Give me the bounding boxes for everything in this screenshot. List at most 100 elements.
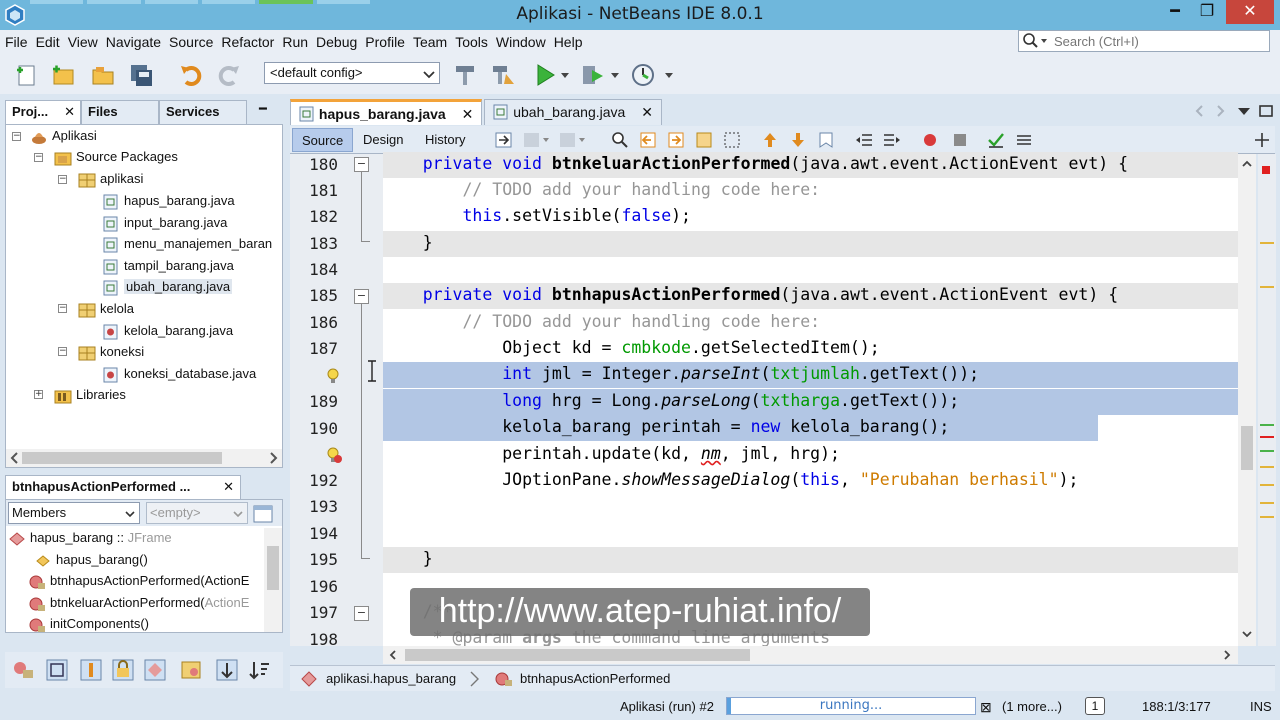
- view-tab-design[interactable]: Design: [354, 128, 412, 152]
- code-line[interactable]: [383, 257, 1238, 283]
- code-line-selected[interactable]: long hrg = Long.parseLong(txtharga.getTe…: [383, 389, 1238, 415]
- menu-file[interactable]: File: [5, 34, 28, 50]
- editor-vscrollbar[interactable]: [1238, 154, 1256, 646]
- notifications-badge[interactable]: 1: [1085, 697, 1105, 715]
- warning-marker[interactable]: [1260, 286, 1274, 288]
- view-tab-source[interactable]: Source: [292, 128, 354, 152]
- show-opened-documents-icon[interactable]: [1236, 103, 1252, 119]
- lightbulb-error-icon[interactable]: [325, 446, 343, 464]
- warning-marker[interactable]: [1260, 502, 1274, 504]
- tree-item-source-packages[interactable]: Source Packages: [54, 147, 178, 167]
- find-previous-icon[interactable]: [638, 130, 658, 150]
- breadcrumb-method[interactable]: btnhapusActionPerformed: [520, 671, 670, 686]
- back-icon[interactable]: [522, 130, 552, 150]
- members-select[interactable]: Members: [8, 502, 140, 524]
- debug-dropdown-icon[interactable]: [608, 62, 622, 88]
- tree-item-file[interactable]: menu_manajemen_baran: [102, 234, 272, 254]
- close-tab-icon[interactable]: ✕: [64, 104, 75, 120]
- debug-project-icon[interactable]: [580, 62, 606, 88]
- navigator-item-method[interactable]: btnkeluarActionPerformed(ActionE: [28, 593, 264, 613]
- editor-tab-ubah-barang[interactable]: ubah_barang.java ✕: [484, 99, 662, 125]
- change-marker[interactable]: [1260, 424, 1274, 426]
- tree-item-file-selected[interactable]: ubah_barang.java: [102, 277, 233, 297]
- menu-view[interactable]: View: [68, 34, 98, 50]
- close-tab-icon[interactable]: ✕: [223, 479, 234, 495]
- show-fields-icon[interactable]: [45, 658, 69, 682]
- change-marker[interactable]: [1260, 450, 1274, 452]
- expand-toggle[interactable]: −: [58, 347, 67, 356]
- minimize-button[interactable]: ━: [1158, 0, 1192, 24]
- menu-edit[interactable]: Edit: [36, 34, 60, 50]
- forward-icon[interactable]: [558, 130, 588, 150]
- code-line[interactable]: perintah.update(kd, nm, jml, hrg);: [383, 442, 1238, 468]
- toggle-highlight-icon[interactable]: [694, 130, 714, 150]
- maximize-editor-icon[interactable]: [1258, 103, 1274, 119]
- warning-marker[interactable]: [1260, 516, 1274, 518]
- expand-toggle[interactable]: −: [12, 132, 21, 141]
- save-all-icon[interactable]: [128, 62, 154, 88]
- navigator-item-class[interactable]: hapus_barang :: JFrame: [8, 528, 172, 548]
- expand-toggle[interactable]: −: [58, 304, 67, 313]
- toggle-bookmark-icon[interactable]: [816, 130, 836, 150]
- sort-by-name-icon[interactable]: [215, 658, 239, 682]
- scroll-right-icon[interactable]: [1221, 649, 1233, 661]
- code-line[interactable]: [383, 521, 1238, 547]
- menu-navigate[interactable]: Navigate: [106, 34, 161, 50]
- close-window-button[interactable]: ✕: [1226, 0, 1274, 24]
- minimize-panel-icon[interactable]: ━: [259, 102, 267, 117]
- empty-select[interactable]: <empty>: [146, 502, 248, 524]
- stop-macro-recording-icon[interactable]: [950, 130, 970, 150]
- fold-toggle[interactable]: −: [354, 606, 369, 621]
- inherited-members-icon[interactable]: [11, 658, 35, 682]
- show-static-icon[interactable]: [79, 658, 103, 682]
- maximize-button[interactable]: ❐: [1190, 0, 1224, 24]
- menu-refactor[interactable]: Refactor: [221, 34, 274, 50]
- toggle-rectangular-selection-icon[interactable]: [722, 130, 742, 150]
- warning-marker[interactable]: [1260, 242, 1274, 244]
- navigator-item-method[interactable]: btnhapusActionPerformed(ActionE: [28, 571, 264, 591]
- shift-left-icon[interactable]: [854, 130, 874, 150]
- run-progress-bar[interactable]: running...: [726, 697, 976, 715]
- tab-navigator[interactable]: btnhapusActionPerformed ... ✕: [5, 475, 241, 499]
- tree-hscrollbar[interactable]: [6, 449, 282, 467]
- clean-build-icon[interactable]: [490, 62, 516, 88]
- fold-toggle[interactable]: −: [354, 157, 369, 172]
- scroll-left-icon[interactable]: [387, 649, 399, 661]
- code-line[interactable]: this.setVisible(false);: [383, 204, 1238, 230]
- error-status-marker[interactable]: [1262, 166, 1270, 174]
- scroll-up-icon[interactable]: [1241, 158, 1253, 170]
- tree-item-file[interactable]: kelola_barang.java: [102, 321, 233, 341]
- scroll-tabs-left-icon[interactable]: [1192, 103, 1208, 119]
- tab-projects[interactable]: Proj... ✕: [5, 100, 81, 124]
- navigator-item-method[interactable]: initComponents(): [28, 614, 149, 632]
- menu-help[interactable]: Help: [554, 34, 583, 50]
- tree-item-file[interactable]: koneksi_database.java: [102, 364, 256, 384]
- tree-item-file[interactable]: input_barang.java: [102, 213, 227, 233]
- split-editor-icon[interactable]: [1252, 130, 1272, 150]
- sort-descending-icon[interactable]: [247, 658, 271, 682]
- menu-team[interactable]: Team: [413, 34, 447, 50]
- warning-marker[interactable]: [1260, 484, 1274, 486]
- view-tab-history[interactable]: History: [416, 128, 474, 152]
- cancel-task-icon[interactable]: ⊠: [980, 699, 992, 716]
- scroll-thumb[interactable]: [267, 546, 279, 590]
- tree-item-project[interactable]: Aplikasi: [30, 126, 97, 146]
- tree-item-package-koneksi[interactable]: koneksi: [78, 342, 144, 362]
- more-tasks-link[interactable]: (1 more...): [1002, 699, 1062, 714]
- code-line-selected[interactable]: int jml = Integer.parseInt(txtjumlah.get…: [383, 362, 1238, 388]
- error-marker[interactable]: [1260, 436, 1274, 438]
- run-dropdown-icon[interactable]: [558, 62, 572, 88]
- scroll-thumb[interactable]: [405, 649, 750, 661]
- profile-dropdown-icon[interactable]: [662, 62, 676, 88]
- expand-toggle[interactable]: −: [58, 175, 67, 184]
- build-project-icon[interactable]: [452, 62, 478, 88]
- code-line[interactable]: private void btnkeluarActionPerformed(ja…: [383, 152, 1238, 178]
- breadcrumb-class[interactable]: aplikasi.hapus_barang: [326, 671, 456, 686]
- find-selection-icon[interactable]: [610, 130, 630, 150]
- tree-item-file[interactable]: tampil_barang.java: [102, 256, 234, 276]
- config-select[interactable]: <default config>: [264, 62, 440, 84]
- expand-toggle[interactable]: −: [34, 153, 43, 162]
- code-line[interactable]: Object kd = cmbkode.getSelectedItem();: [383, 336, 1238, 362]
- show-non-public-icon[interactable]: [111, 658, 135, 682]
- tab-services[interactable]: Services: [159, 100, 247, 124]
